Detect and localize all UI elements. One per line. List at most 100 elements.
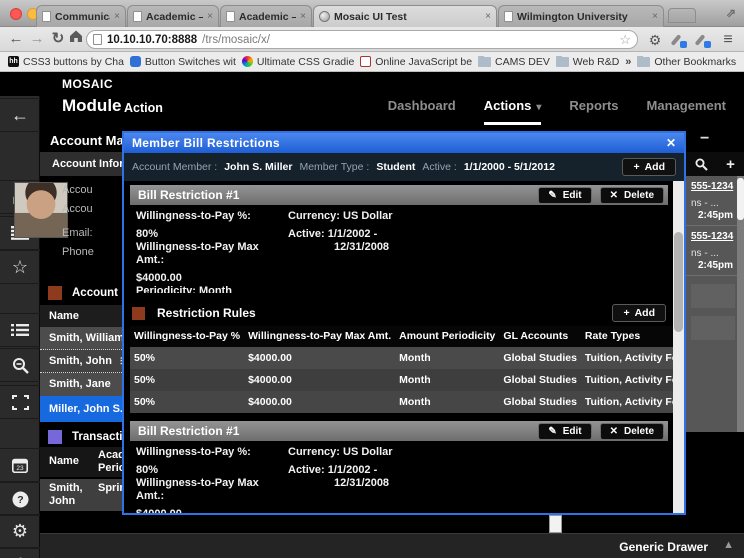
delete-button[interactable]: ✕ Delete xyxy=(600,423,664,440)
comm-time: 2:45pm xyxy=(691,210,735,221)
page-title-module: Module xyxy=(62,96,122,116)
search-zoom-icon[interactable] xyxy=(0,348,40,382)
generic-drawer-bar[interactable]: Generic Drawer ▲ xyxy=(40,533,744,558)
wtp-cell: 50% xyxy=(130,369,244,391)
max-cell: $4000.00 xyxy=(244,347,395,369)
wtp-label: Willingness-to-Pay %: xyxy=(136,446,288,459)
bookmark-label: Button Switches wit xyxy=(145,56,236,68)
bookmark-item[interactable]: Button Switches wit xyxy=(130,56,236,68)
star-icon[interactable]: ☆ xyxy=(0,250,40,284)
gear-icon[interactable]: ⚙ xyxy=(0,514,40,548)
tab-label: Academic – Academic P xyxy=(146,11,203,23)
bookmark-label: Other Bookmarks xyxy=(654,56,736,68)
x-icon: ✕ xyxy=(610,426,618,437)
nav-management[interactable]: Management xyxy=(647,98,726,125)
comm-scrollbar-thumb[interactable] xyxy=(737,178,744,220)
phone-link[interactable]: 555-1234 xyxy=(691,231,735,242)
modal-scrollbar-thumb[interactable] xyxy=(674,232,683,332)
max-cell: $4000.00 xyxy=(244,391,395,413)
page-subtitle-action: Action xyxy=(124,101,163,115)
reload-button[interactable]: ↻ xyxy=(48,29,68,49)
folder-icon xyxy=(637,57,650,67)
bookmark-folder[interactable]: Other Bookmarks xyxy=(637,56,736,68)
edit-label: Edit xyxy=(563,426,582,437)
bookmark-item[interactable]: hh CSS3 buttons by Cha xyxy=(8,56,124,68)
tab-label: Wilmington University xyxy=(517,11,648,23)
help-icon[interactable]: ? xyxy=(0,482,40,516)
browser-tab[interactable]: Communication – Dash × xyxy=(36,5,126,27)
bookmark-item[interactable]: Online JavaScript be xyxy=(360,56,472,68)
menu-icon[interactable]: ≡ xyxy=(718,30,738,50)
card-body: Willingness-to-Pay %: 80% Willingness-to… xyxy=(130,441,668,515)
column-header: Rate Types xyxy=(581,326,684,347)
globe-icon xyxy=(319,11,330,22)
extension-wrench-icon[interactable] xyxy=(672,33,686,47)
extension-wrench-icon[interactable] xyxy=(696,33,710,47)
browser-tab-active[interactable]: Mosaic UI Test × xyxy=(313,5,497,27)
wtp-value: 80% xyxy=(136,228,288,241)
modal-titlebar[interactable]: Member Bill Restrictions ✕ xyxy=(124,133,684,153)
forward-button[interactable]: → xyxy=(27,29,47,49)
nav-actions[interactable]: Actions▾ xyxy=(484,98,542,125)
list-icon[interactable] xyxy=(0,313,40,347)
comm-time: 2:45pm xyxy=(691,260,735,271)
nav-dashboard[interactable]: Dashboard xyxy=(388,98,456,125)
tab-close-icon[interactable]: × xyxy=(207,11,213,22)
fullscreen-icon[interactable]: ⇗ xyxy=(724,6,738,20)
active-value: 1/1/2000 - 5/1/2012 xyxy=(464,161,555,173)
comm-entry[interactable]: 555-1234 ns - ... 2:45pm xyxy=(686,226,744,276)
periodicity-cell: Month xyxy=(395,391,499,413)
pencil-icon: ✎ xyxy=(548,426,556,437)
chevron-up-icon[interactable]: ▲ xyxy=(723,539,734,551)
new-tab-button[interactable] xyxy=(668,8,696,23)
minimize-panel-icon[interactable]: − xyxy=(700,130,709,148)
table-row[interactable]: 50% $4000.00 Month Global Studies Tuitio… xyxy=(130,347,684,369)
close-icon[interactable]: ✕ xyxy=(666,136,676,150)
address-bar[interactable]: 10.10.10.70:8888 /trs/mosaic/x/ ☆ xyxy=(86,30,638,49)
home-icon xyxy=(69,29,83,43)
page-scrollbar-thumb[interactable] xyxy=(549,515,562,533)
rainbow-badge-icon xyxy=(242,56,253,67)
browser-tab[interactable]: Wilmington University × xyxy=(498,5,664,27)
modal-title: Member Bill Restrictions xyxy=(132,136,280,150)
back-button[interactable]: ← xyxy=(6,29,26,49)
expand-icon[interactable] xyxy=(0,385,40,419)
home-button[interactable] xyxy=(66,29,86,49)
bookmark-folder[interactable]: Web R&D xyxy=(556,56,619,68)
bookmarks-overflow-icon[interactable]: » xyxy=(625,56,631,68)
search-icon[interactable] xyxy=(695,158,708,171)
add-rule-button[interactable]: + Add xyxy=(612,304,666,322)
column-header: Willingness-to-Pay % xyxy=(130,326,244,347)
modal-scrollbar-track[interactable] xyxy=(673,181,684,515)
edit-button[interactable]: ✎ Edit xyxy=(538,187,591,204)
tab-close-icon[interactable]: × xyxy=(485,11,491,22)
calendar-icon[interactable]: 23 xyxy=(0,448,40,482)
tab-close-icon[interactable]: × xyxy=(652,11,658,22)
wtp-cell: 50% xyxy=(130,347,244,369)
comm-scrollbar-track[interactable] xyxy=(737,176,744,432)
add-bill-restriction-button[interactable]: + Add xyxy=(622,158,676,176)
close-window-button[interactable] xyxy=(10,8,22,20)
section-title: Restriction Rules xyxy=(157,306,256,320)
bookmark-item[interactable]: Ultimate CSS Gradie xyxy=(242,56,354,68)
tab-close-icon[interactable]: × xyxy=(114,11,120,22)
phone-link[interactable]: 555-1234 xyxy=(691,181,735,192)
tab-close-icon[interactable]: × xyxy=(300,11,306,22)
bookmark-folder[interactable]: CAMS DEV xyxy=(478,56,550,68)
delete-button[interactable]: ✕ Delete xyxy=(600,187,664,204)
unlock-icon[interactable] xyxy=(0,548,40,558)
bookmark-star-icon[interactable]: ☆ xyxy=(619,32,631,48)
comm-text: ns - ... xyxy=(691,198,735,209)
browser-tab[interactable]: Academic – Academic P × xyxy=(127,5,219,27)
nav-reports[interactable]: Reports xyxy=(569,98,618,125)
gear-icon[interactable]: ⚙ xyxy=(645,30,665,50)
active-range-line1: Active: 1/1/2002 - xyxy=(288,228,628,241)
table-row[interactable]: 50% $4000.00 Month Global Studies Tuitio… xyxy=(130,391,684,413)
back-icon[interactable]: ← xyxy=(0,98,40,132)
browser-tab[interactable]: Academic – Academic P × xyxy=(220,5,312,27)
card-header: Bill Restriction #1 ✎ Edit ✕ Delete xyxy=(130,185,668,205)
edit-button[interactable]: ✎ Edit xyxy=(538,423,591,440)
comm-entry[interactable]: 555-1234 ns - ... 2:45pm xyxy=(686,176,744,226)
table-row[interactable]: 50% $4000.00 Month Global Studies Tuitio… xyxy=(130,369,684,391)
add-icon[interactable]: + xyxy=(726,156,735,173)
